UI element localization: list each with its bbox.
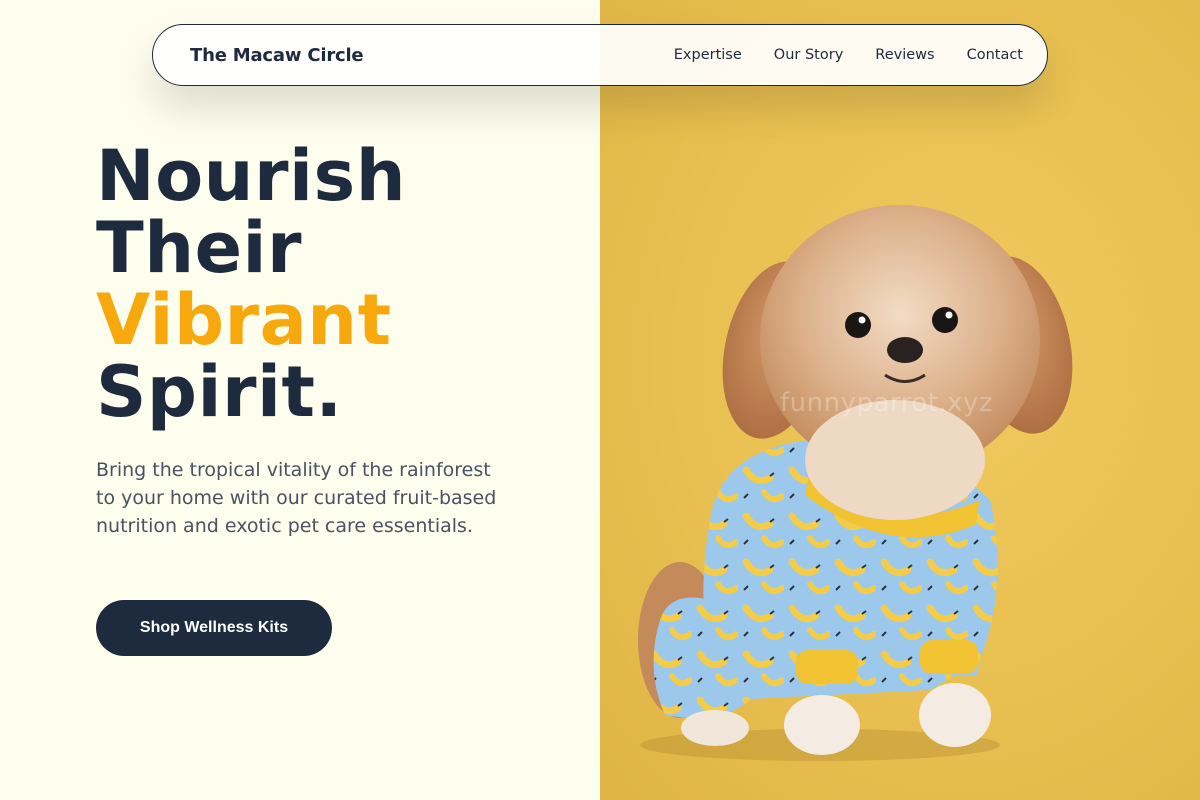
shop-wellness-kits-button[interactable]: Shop Wellness Kits: [96, 600, 332, 656]
hero-description: Bring the tropical vitality of the rainf…: [96, 459, 497, 537]
nav-links: Expertise Our Story Reviews Contact: [674, 47, 1023, 63]
photo-watermark: funnyparrot.xyz: [780, 388, 994, 418]
hero-headline: Nourish Their Vibrant Spirit.: [96, 140, 576, 428]
nav-link-our-story[interactable]: Our Story: [774, 47, 843, 63]
nav-link-reviews[interactable]: Reviews: [875, 47, 934, 63]
headline-line-1: Nourish: [96, 135, 407, 217]
headline-line-2: Their: [96, 207, 303, 289]
nav-link-expertise[interactable]: Expertise: [674, 47, 742, 63]
top-navbar: The Macaw Circle Expertise Our Story Rev…: [152, 24, 1048, 86]
headline-accent-word: Vibrant: [96, 279, 392, 361]
nav-link-contact[interactable]: Contact: [967, 47, 1023, 63]
brand-logo-text[interactable]: The Macaw Circle: [190, 45, 364, 66]
headline-line-4: Spirit.: [96, 351, 343, 433]
